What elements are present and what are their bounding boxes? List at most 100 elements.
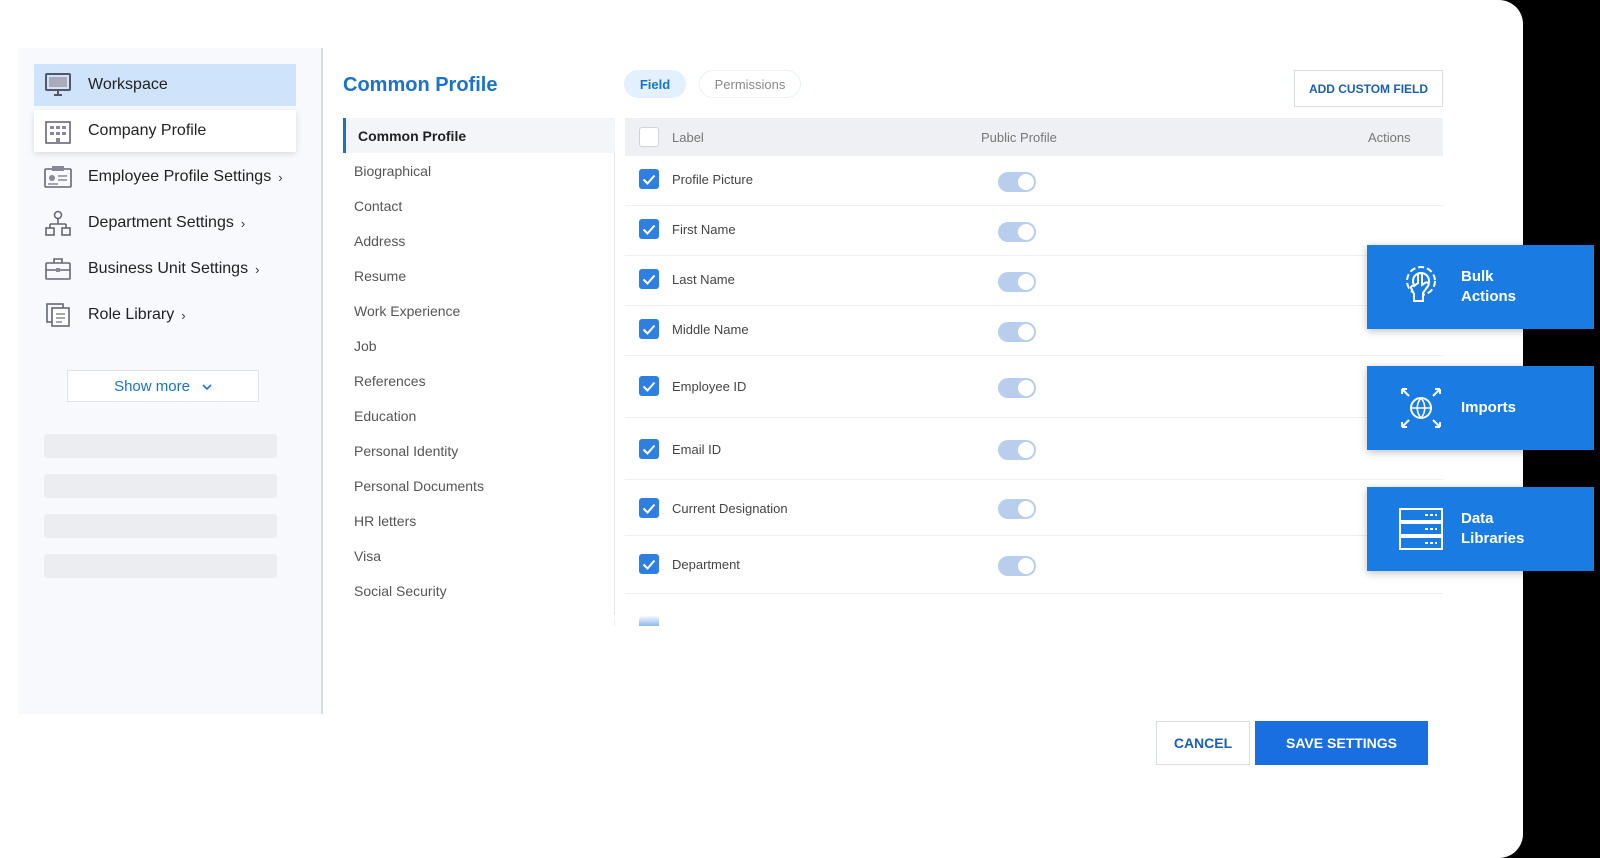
row-label: Employee ID xyxy=(672,379,747,394)
tab-field[interactable]: Field xyxy=(624,70,686,98)
chevron-right-icon: › xyxy=(240,215,246,231)
app-window: Workspace Company Profile Employee Profi… xyxy=(0,0,1523,858)
gear-hand-icon xyxy=(1397,263,1445,311)
category-item-personal-identity[interactable]: Personal Identity xyxy=(343,433,615,468)
public-profile-toggle[interactable] xyxy=(998,222,1036,242)
category-item-biographical[interactable]: Biographical xyxy=(343,153,615,188)
sidebar-item-label: Company Profile xyxy=(88,122,207,139)
select-all-checkbox[interactable] xyxy=(639,127,659,147)
bulk-actions-tile[interactable]: Bulk Actions xyxy=(1367,245,1594,329)
public-profile-toggle[interactable] xyxy=(998,322,1036,342)
row-label: First Name xyxy=(672,222,736,237)
table-row: Department xyxy=(625,536,1443,594)
category-item-visa[interactable]: Visa xyxy=(343,538,615,573)
id-card-icon xyxy=(44,163,72,191)
table-row: Last Name xyxy=(625,256,1443,306)
sidebar-item-label: Department Settings xyxy=(88,214,234,231)
table-row: Email ID xyxy=(625,418,1443,480)
imports-tile[interactable]: Imports xyxy=(1367,366,1594,450)
sidebar-item-workspace[interactable]: Workspace xyxy=(34,64,296,106)
stack-icon xyxy=(44,301,72,329)
row-checkbox[interactable] xyxy=(639,439,659,459)
category-item-personal-documents[interactable]: Personal Documents xyxy=(343,468,615,503)
save-settings-button[interactable]: SAVE SETTINGS xyxy=(1255,721,1428,765)
fields-table: Label Public Profile Actions Profile Pic… xyxy=(625,118,1443,626)
row-checkbox[interactable] xyxy=(639,169,659,189)
chevron-down-icon xyxy=(202,378,212,395)
column-header-actions: Actions xyxy=(1368,130,1411,145)
org-chart-icon xyxy=(44,209,72,237)
skeleton-placeholder xyxy=(44,474,277,498)
row-checkbox[interactable] xyxy=(639,319,659,339)
chevron-right-icon: › xyxy=(181,307,186,323)
row-label: Department xyxy=(672,557,740,572)
sidebar: Workspace Company Profile Employee Profi… xyxy=(18,48,323,714)
category-item-address[interactable]: Address xyxy=(343,223,615,258)
table-row: Current Designation xyxy=(625,480,1443,536)
globe-arrows-icon xyxy=(1397,384,1445,432)
table-row: First Name xyxy=(625,206,1443,256)
category-item-hr-letters[interactable]: HR letters xyxy=(343,503,615,538)
sidebar-item-company-profile[interactable]: Company Profile xyxy=(34,110,296,152)
skeleton-placeholder xyxy=(44,554,277,578)
column-header-label: Label xyxy=(672,130,704,145)
row-checkbox[interactable] xyxy=(639,554,659,574)
sidebar-item-role-library[interactable]: Role Library › xyxy=(34,294,296,336)
row-label: Email ID xyxy=(672,442,722,457)
public-profile-toggle[interactable] xyxy=(998,378,1036,398)
sidebar-item-label: Employee Profile Settings xyxy=(88,168,272,185)
row-checkbox[interactable] xyxy=(639,219,659,239)
scroll-fade xyxy=(330,615,1460,627)
data-libraries-tile[interactable]: Data Libraries xyxy=(1367,487,1594,571)
public-profile-toggle[interactable] xyxy=(998,440,1036,460)
public-profile-toggle[interactable] xyxy=(998,272,1036,292)
row-label: Profile Picture xyxy=(672,172,753,187)
monitor-icon xyxy=(44,71,72,99)
table-row: Employee ID xyxy=(625,356,1443,418)
server-icon xyxy=(1397,505,1445,553)
page-title: Common Profile xyxy=(343,74,498,96)
chevron-right-icon: › xyxy=(278,169,283,185)
sidebar-item-label: Workspace xyxy=(88,76,168,93)
add-custom-field-button[interactable]: ADD CUSTOM FIELD xyxy=(1294,70,1443,107)
category-list: Common Profile Biographical Contact Addr… xyxy=(343,118,615,626)
row-checkbox[interactable] xyxy=(639,269,659,289)
tile-label: Bulk Actions xyxy=(1461,268,1517,305)
tab-permissions[interactable]: Permissions xyxy=(699,70,801,98)
briefcase-icon xyxy=(44,255,72,283)
skeleton-placeholder xyxy=(44,514,277,538)
category-item-job[interactable]: Job xyxy=(343,328,615,363)
tile-label: Data Libraries xyxy=(1461,510,1525,547)
chevron-right-icon: › xyxy=(255,261,260,277)
category-item-work-experience[interactable]: Work Experience xyxy=(343,293,615,328)
table-row: Profile Picture xyxy=(625,156,1443,206)
public-profile-toggle[interactable] xyxy=(998,172,1036,192)
row-label: Last Name xyxy=(672,272,735,287)
category-item-common-profile[interactable]: Common Profile xyxy=(343,118,615,153)
row-checkbox[interactable] xyxy=(639,376,659,396)
skeleton-placeholder xyxy=(44,434,277,458)
show-more-label: Show more xyxy=(114,377,190,395)
table-row: Middle Name xyxy=(625,306,1443,356)
column-header-public-profile: Public Profile xyxy=(981,130,1057,145)
sidebar-item-label: Business Unit Settings xyxy=(88,260,249,277)
row-label: Current Designation xyxy=(672,501,788,516)
category-item-resume[interactable]: Resume xyxy=(343,258,615,293)
category-item-references[interactable]: References xyxy=(343,363,615,398)
category-item-social-security[interactable]: Social Security xyxy=(343,573,615,608)
row-label: Middle Name xyxy=(672,322,749,337)
sidebar-item-department-settings[interactable]: Department Settings › xyxy=(34,202,296,244)
sidebar-item-business-unit-settings[interactable]: Business Unit Settings › xyxy=(34,248,296,290)
category-item-education[interactable]: Education xyxy=(343,398,615,433)
public-profile-toggle[interactable] xyxy=(998,556,1036,576)
sidebar-item-label: Role Library xyxy=(88,306,175,323)
tile-label: Imports xyxy=(1461,399,1517,416)
cancel-button[interactable]: CANCEL xyxy=(1156,721,1250,765)
category-item-contact[interactable]: Contact xyxy=(343,188,615,223)
show-more-button[interactable]: Show more xyxy=(67,370,259,402)
building-icon xyxy=(44,117,72,145)
public-profile-toggle[interactable] xyxy=(998,499,1036,519)
table-header: Label Public Profile Actions xyxy=(625,118,1443,156)
row-checkbox[interactable] xyxy=(639,498,659,518)
sidebar-item-employee-profile-settings[interactable]: Employee Profile Settings › xyxy=(34,156,296,198)
